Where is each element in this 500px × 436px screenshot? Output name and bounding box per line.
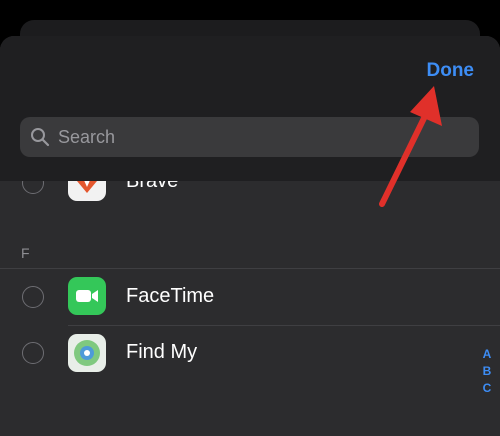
findmy-icon <box>68 334 106 372</box>
app-label: FaceTime <box>126 285 215 307</box>
list-item-find-my[interactable]: Find My <box>0 326 500 382</box>
facetime-icon <box>68 277 106 315</box>
index-letter-c[interactable]: C <box>483 380 492 397</box>
annotation-arrow-icon <box>379 86 442 207</box>
search-icon <box>31 128 50 147</box>
select-radio[interactable] <box>22 342 44 364</box>
index-letter-a[interactable]: A <box>483 346 492 363</box>
section-header-f: F <box>21 245 30 261</box>
done-button[interactable]: Done <box>427 60 475 82</box>
section-index[interactable]: A B C <box>480 346 494 397</box>
index-letter-b[interactable]: B <box>483 363 492 380</box>
list-item-facetime[interactable]: FaceTime <box>0 269 500 325</box>
select-radio[interactable] <box>22 286 44 308</box>
app-label: Find My <box>126 341 198 363</box>
